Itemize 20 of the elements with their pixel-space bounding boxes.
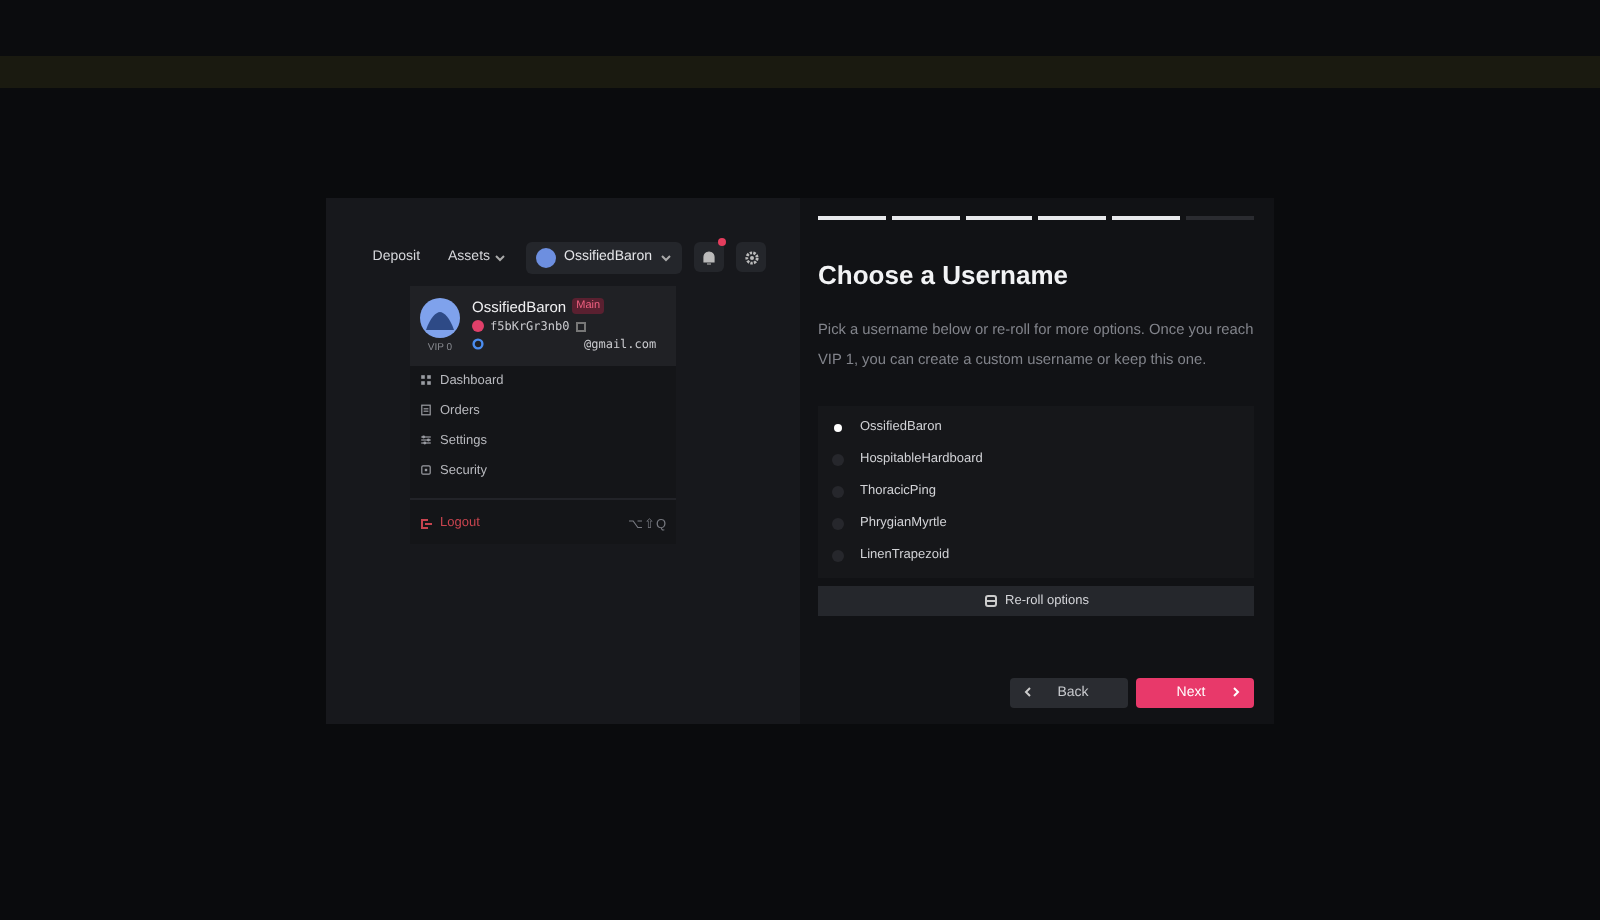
settings-icon (743, 249, 759, 265)
id-icon (472, 320, 484, 332)
grid-icon (420, 374, 432, 386)
sliders-icon (420, 434, 432, 446)
chevron-left-icon (1024, 686, 1032, 698)
logout-icon (420, 517, 432, 529)
notification-button[interactable] (694, 242, 724, 272)
settings-button[interactable] (736, 242, 766, 272)
chevron-down-icon (660, 253, 672, 261)
radio-button[interactable] (834, 423, 842, 431)
square-icon (420, 464, 432, 476)
dice-icon (983, 593, 998, 607)
document-icon (420, 404, 432, 416)
bell-icon (702, 249, 716, 265)
copy-icon[interactable] (575, 321, 586, 331)
avatar-icon (420, 297, 460, 337)
chevron-down-icon (494, 253, 507, 261)
google-icon (472, 338, 484, 350)
chevron-right-icon (1232, 686, 1240, 698)
dialog-title: Choose a Username (818, 259, 1070, 289)
